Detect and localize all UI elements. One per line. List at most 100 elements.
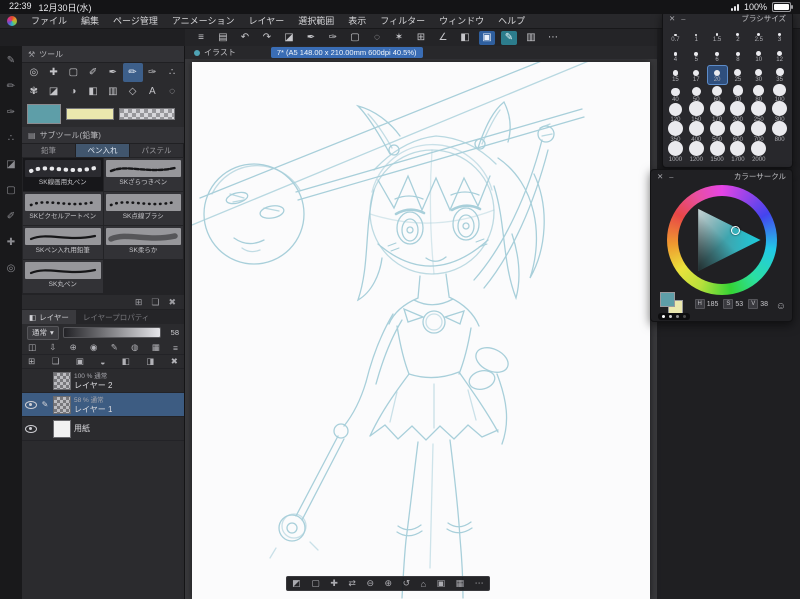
workspace-button[interactable]: ▤ bbox=[215, 31, 231, 45]
color-wheel[interactable] bbox=[667, 185, 777, 295]
new-layer-button[interactable]: ⊞ bbox=[28, 356, 35, 367]
eraser-quick-button[interactable]: ◪ bbox=[281, 31, 297, 45]
brush-size-1000[interactable]: 1000 bbox=[665, 141, 686, 165]
eyedropper-tool[interactable]: ✐ bbox=[83, 63, 103, 82]
actual-pixels-button[interactable]: ▣ bbox=[437, 578, 446, 589]
merge-down-button[interactable]: ◒ bbox=[100, 357, 105, 367]
redo-button[interactable]: ↷ bbox=[259, 31, 275, 45]
tab-layer[interactable]: ◧ レイヤー bbox=[22, 310, 76, 324]
brush-size-15[interactable]: 15 bbox=[665, 65, 686, 85]
flip-button[interactable]: ⇄ bbox=[348, 578, 356, 589]
menu-item-6[interactable]: 表示 bbox=[341, 14, 373, 29]
brush-size-20[interactable]: 20 bbox=[706, 65, 728, 85]
brush-size-2.5[interactable]: 2.5 bbox=[748, 25, 769, 45]
transfer-down-button[interactable]: ⇩ bbox=[49, 342, 56, 353]
layer-visibility-toggle[interactable] bbox=[25, 400, 37, 409]
foreground-color-swatch[interactable] bbox=[660, 292, 675, 307]
add-subtool-button[interactable]: ⊞ bbox=[135, 297, 143, 308]
brush-size-12[interactable]: 12 bbox=[769, 45, 790, 65]
edge-eyedropper-icon[interactable]: ✐ bbox=[7, 211, 15, 222]
apply-mask-button[interactable]: ◨ bbox=[146, 356, 154, 367]
main-color-swatch[interactable] bbox=[27, 104, 61, 124]
minimize-icon[interactable]: – bbox=[669, 172, 673, 181]
gradient-tool[interactable]: ▥ bbox=[103, 82, 123, 101]
tab-layer-property[interactable]: レイヤープロパティ bbox=[76, 310, 156, 324]
minimize-icon[interactable]: – bbox=[681, 14, 685, 23]
transform-button[interactable]: ⊞ bbox=[413, 31, 429, 45]
subtool-item-3[interactable]: SK点線ブラシ bbox=[103, 192, 183, 225]
edge-pencil-icon[interactable]: ✏ bbox=[7, 81, 15, 92]
subtool-item-4[interactable]: SKペン入れ用鉛筆 bbox=[23, 226, 103, 259]
color-history-strip[interactable] bbox=[658, 313, 690, 320]
fit-screen-button[interactable]: ⌂ bbox=[421, 579, 426, 589]
brush-size-1[interactable]: 1 bbox=[686, 25, 707, 45]
fill-button[interactable]: ◧ bbox=[457, 31, 473, 45]
blend-tool[interactable]: ◑ bbox=[64, 82, 84, 101]
brush-size-800[interactable]: 800 bbox=[769, 121, 790, 145]
brush-size-3[interactable]: 3 bbox=[769, 25, 790, 45]
menu-item-0[interactable]: ファイル bbox=[24, 14, 74, 29]
onion-skin-button[interactable]: ◍ bbox=[131, 342, 138, 353]
move-tool[interactable]: ✚ bbox=[44, 63, 64, 82]
subtool-item-2[interactable]: SKピクセルアートペン bbox=[23, 192, 103, 225]
sub-color-swatch[interactable] bbox=[66, 108, 114, 120]
brush-quick-button[interactable]: ✑ bbox=[325, 31, 341, 45]
zoom-tool[interactable]: ◎ bbox=[24, 63, 44, 82]
canvas-more-button[interactable]: ⋯ bbox=[475, 578, 484, 589]
menu-item-3[interactable]: アニメーション bbox=[165, 14, 242, 29]
subtool-tab-0[interactable]: 鉛筆 bbox=[22, 144, 76, 157]
selection-mode-button[interactable]: ▣ bbox=[479, 30, 495, 45]
transparent-color-swatch[interactable] bbox=[119, 108, 175, 120]
layer-mask-button[interactable]: ◧ bbox=[122, 356, 130, 367]
layer-row-1[interactable]: ✎ 58 % 通常 レイヤー 1 bbox=[22, 393, 184, 417]
close-icon[interactable]: ✕ bbox=[657, 172, 663, 181]
brush-size-25[interactable]: 25 bbox=[728, 65, 749, 85]
combine-button[interactable]: ⊕ bbox=[70, 342, 77, 353]
subtool-item-0[interactable]: SK線画用丸ペン bbox=[23, 158, 103, 191]
brush-size-6[interactable]: 6 bbox=[707, 45, 728, 65]
brush-size-2000[interactable]: 2000 bbox=[748, 141, 769, 165]
brush-size-0.7[interactable]: 0.7 bbox=[665, 25, 686, 45]
ruler-button[interactable]: ∠ bbox=[435, 31, 451, 45]
opacity-slider[interactable] bbox=[62, 327, 161, 338]
pen-quick-button[interactable]: ✒ bbox=[303, 31, 319, 45]
lasso-select-button[interactable]: ◌ bbox=[369, 31, 385, 45]
text-tool[interactable]: A bbox=[143, 82, 163, 101]
brush-tool[interactable]: ✑ bbox=[143, 63, 163, 82]
brush-size-1200[interactable]: 1200 bbox=[686, 141, 707, 165]
layer-row-0[interactable]: 100 % 通常 レイヤー 2 bbox=[22, 369, 184, 393]
zoom-out-button[interactable]: ⊖ bbox=[366, 578, 374, 589]
auto-select-button[interactable]: ✶ bbox=[391, 31, 407, 45]
material-button[interactable]: ▥ bbox=[523, 31, 539, 45]
document-title[interactable]: 7* (A5 148.00 x 210.00mm 600dpi 40.5%) bbox=[270, 47, 423, 58]
main-menu-button[interactable]: ≡ bbox=[193, 31, 209, 45]
edge-eraser-icon[interactable]: ◪ bbox=[6, 159, 15, 170]
subtool-item-1[interactable]: SKざらつきペン bbox=[103, 158, 183, 191]
brush-size-1.5[interactable]: 1.5 bbox=[707, 25, 728, 45]
edge-airbrush-icon[interactable]: ∴ bbox=[8, 133, 14, 144]
close-icon[interactable]: ✕ bbox=[669, 14, 675, 23]
marquee-button[interactable]: ▢ bbox=[311, 578, 320, 589]
brush-size-30[interactable]: 30 bbox=[748, 65, 769, 85]
figure-tool[interactable]: ◇ bbox=[123, 82, 143, 101]
more-button[interactable]: ⋯ bbox=[545, 31, 561, 45]
airbrush-tool[interactable]: ∴ bbox=[162, 63, 182, 82]
eraser-tool[interactable]: ◪ bbox=[44, 82, 64, 101]
clip-studio-logo-icon[interactable] bbox=[7, 16, 17, 26]
grid-button[interactable]: ▦ bbox=[456, 578, 465, 589]
brush-size-10[interactable]: 10 bbox=[748, 45, 769, 65]
reference-layer-button[interactable]: ◉ bbox=[90, 342, 97, 353]
draw-target-button[interactable]: ✎ bbox=[111, 342, 118, 353]
pen-tool[interactable]: ✒ bbox=[103, 63, 123, 82]
menu-item-9[interactable]: ヘルプ bbox=[491, 14, 532, 29]
decoration-tool[interactable]: ✾ bbox=[24, 82, 44, 101]
layer-visibility-toggle[interactable] bbox=[25, 424, 37, 433]
document-tab[interactable]: イラスト bbox=[185, 47, 245, 58]
subtool-item-5[interactable]: SK柔らか bbox=[103, 226, 183, 259]
menu-item-1[interactable]: 編集 bbox=[74, 14, 106, 29]
menu-item-5[interactable]: 選択範囲 bbox=[291, 14, 341, 29]
canvas[interactable] bbox=[192, 62, 650, 599]
brush-size-1700[interactable]: 1700 bbox=[728, 141, 749, 165]
undo-button[interactable]: ↶ bbox=[237, 31, 253, 45]
menu-item-2[interactable]: ページ管理 bbox=[106, 14, 165, 29]
